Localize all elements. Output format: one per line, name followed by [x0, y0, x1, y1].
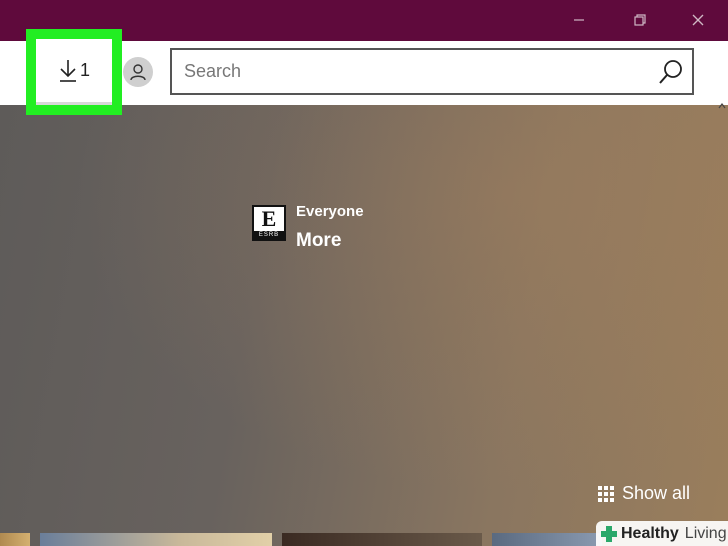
close-icon — [692, 14, 704, 26]
search-button[interactable] — [650, 50, 692, 93]
download-arrow-icon — [59, 59, 76, 82]
watermark-brand-light: Living — [684, 524, 727, 542]
hero-background — [0, 105, 728, 546]
thumbnail[interactable] — [282, 533, 482, 546]
watermark: Healthy Living — [596, 521, 728, 546]
thumbnail[interactable] — [0, 533, 30, 546]
account-button[interactable] — [123, 57, 153, 87]
watermark-brand-strong: Healthy — [621, 524, 679, 542]
rating-label: Everyone — [296, 203, 364, 220]
restore-icon — [634, 14, 646, 26]
minimize-icon — [574, 19, 584, 21]
hero-overlay — [0, 105, 728, 546]
thumbnail[interactable] — [40, 533, 272, 546]
downloads-count: 1 — [79, 60, 90, 80]
close-button[interactable] — [684, 8, 712, 32]
restore-button[interactable] — [626, 8, 654, 32]
rating-text: Everyone More — [296, 203, 364, 252]
esrb-badge-icon: E ESRB — [252, 205, 286, 241]
thumbnail[interactable] — [492, 533, 602, 546]
minimize-button[interactable] — [565, 8, 593, 32]
more-link[interactable]: More — [296, 230, 364, 252]
scrollbar-up-arrow[interactable] — [718, 98, 726, 118]
cross-icon — [601, 525, 617, 542]
esrb-band: ESRB — [254, 231, 284, 239]
show-all-label: Show all — [622, 483, 691, 503]
user-icon — [130, 64, 146, 81]
esrb-letter: E — [261, 206, 277, 231]
search-box[interactable] — [170, 48, 694, 95]
age-rating: E ESRB Everyone More — [252, 203, 364, 252]
chevron-up-icon — [718, 103, 726, 109]
grid-icon — [598, 485, 614, 502]
downloads-button[interactable]: 1 — [36, 39, 112, 105]
search-icon — [659, 59, 682, 84]
search-input[interactable] — [172, 49, 650, 94]
show-all-link[interactable]: Show all — [598, 483, 690, 504]
